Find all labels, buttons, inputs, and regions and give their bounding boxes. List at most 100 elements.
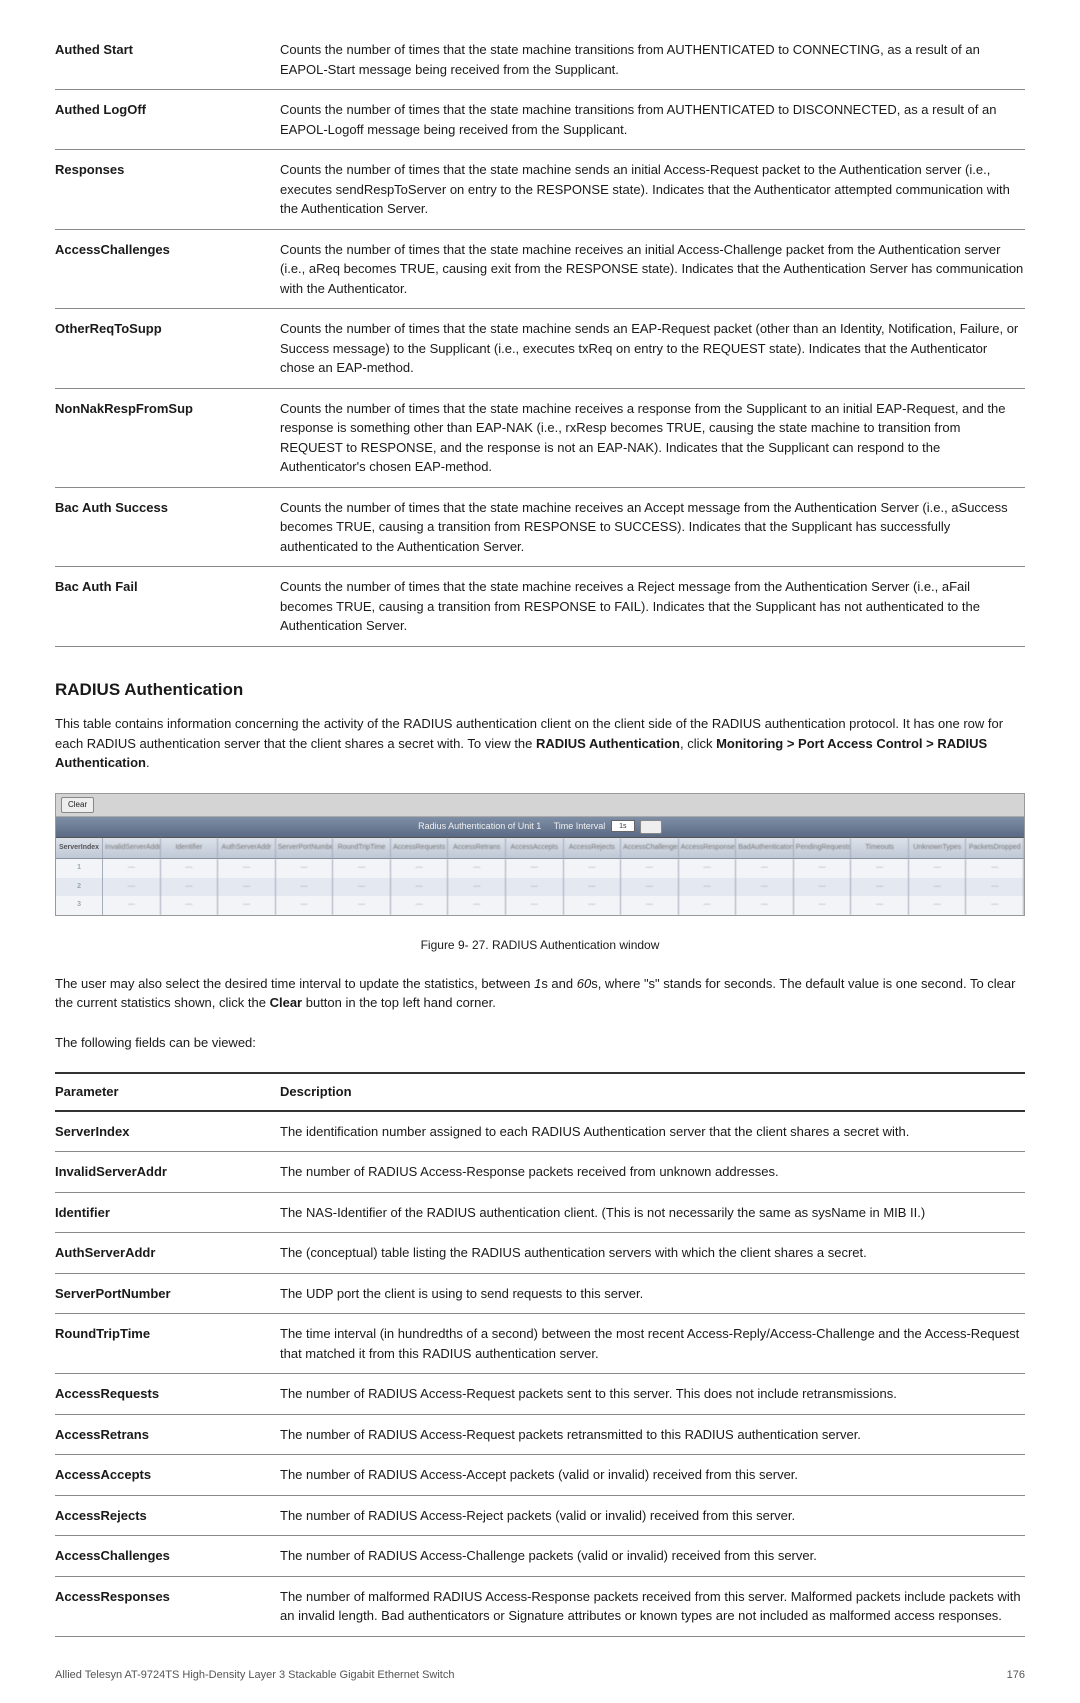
ok-button[interactable]: OK (640, 820, 662, 834)
grid-cell: — (391, 896, 449, 915)
grid-header-cell: UnknownTypes (909, 838, 967, 859)
pf-g: button in the top left hand corner. (302, 995, 496, 1010)
table-row: AccessRetransThe number of RADIUS Access… (55, 1414, 1025, 1455)
grid-cell: — (333, 859, 391, 878)
param-name: Identifier (55, 1192, 280, 1233)
param-table-2-header: Parameter Description (55, 1073, 1025, 1111)
radius-toolbar: Clear (56, 794, 1024, 817)
intro-e: . (146, 755, 150, 770)
param-name: AccessResponses (55, 1576, 280, 1636)
param-name: AccessChallenges (55, 1536, 280, 1577)
grid-header-cell: ServerPortNumber (276, 838, 334, 859)
intro-c: , click (680, 736, 716, 751)
grid-cell: — (391, 878, 449, 897)
table-row: InvalidServerAddrThe number of RADIUS Ac… (55, 1152, 1025, 1193)
grid-cell: — (909, 859, 967, 878)
grid-cell: 1 (56, 859, 103, 878)
table-row: 2———————————————— (56, 878, 1024, 897)
grid-cell: — (794, 859, 852, 878)
clear-button[interactable]: Clear (61, 797, 94, 813)
param-desc: Counts the number of times that the stat… (280, 150, 1025, 230)
radius-grid-body: 1———————————————— 2———————————————— 3———… (56, 859, 1024, 915)
param-name: AccessChallenges (55, 229, 280, 309)
figure-wrapper: Clear Radius Authentication of Unit 1 Ti… (55, 793, 1025, 954)
grid-cell: — (333, 896, 391, 915)
grid-header-cell: AccessRequests (391, 838, 449, 859)
table-row: ServerPortNumberThe UDP port the client … (55, 1273, 1025, 1314)
table-row: NonNakRespFromSupCounts the number of ti… (55, 388, 1025, 487)
grid-cell: 3 (56, 896, 103, 915)
table-row: AccessAcceptsThe number of RADIUS Access… (55, 1455, 1025, 1496)
radius-titlebar: Radius Authentication of Unit 1 Time Int… (56, 817, 1024, 838)
param-desc: The number of RADIUS Access-Request pack… (280, 1414, 1025, 1455)
param-name: Bac Auth Fail (55, 567, 280, 647)
param-name: RoundTripTime (55, 1314, 280, 1374)
radius-title-b: Time Interval (554, 821, 606, 831)
grid-header-cell: PacketsDropped (966, 838, 1024, 859)
table-row: OtherReqToSuppCounts the number of times… (55, 309, 1025, 389)
grid-cell: — (506, 896, 564, 915)
figure-caption: Figure 9- 27. RADIUS Authentication wind… (55, 936, 1025, 954)
grid-cell: — (391, 859, 449, 878)
grid-cell: — (218, 896, 276, 915)
table-row: Authed StartCounts the number of times t… (55, 30, 1025, 90)
table-row: AccessResponsesThe number of malformed R… (55, 1576, 1025, 1636)
table-row: AccessChallengesCounts the number of tim… (55, 229, 1025, 309)
param-desc: The number of RADIUS Access-Response pac… (280, 1152, 1025, 1193)
table-row: AccessChallengesThe number of RADIUS Acc… (55, 1536, 1025, 1577)
param-desc: The number of RADIUS Access-Challenge pa… (280, 1536, 1025, 1577)
grid-cell: — (448, 878, 506, 897)
grid-cell: — (448, 896, 506, 915)
param-desc: The number of RADIUS Access-Reject packe… (280, 1495, 1025, 1536)
pf-c: s and (541, 976, 576, 991)
param-desc: Counts the number of times that the stat… (280, 487, 1025, 567)
param-desc: The UDP port the client is using to send… (280, 1273, 1025, 1314)
grid-cell: — (564, 859, 622, 878)
param-desc: Counts the number of times that the stat… (280, 309, 1025, 389)
param-desc: The number of RADIUS Access-Accept packe… (280, 1455, 1025, 1496)
grid-cell: — (621, 859, 679, 878)
param-header-c2: Description (280, 1073, 1025, 1111)
grid-cell: — (621, 896, 679, 915)
grid-header-cell: AuthServerAddr (218, 838, 276, 859)
post-figure-2: The following fields can be viewed: (55, 1033, 1025, 1053)
param-header-c1: Parameter (55, 1073, 280, 1111)
pf-f: Clear (270, 995, 303, 1010)
param-desc: Counts the number of times that the stat… (280, 567, 1025, 647)
grid-cell: — (276, 859, 334, 878)
param-desc: The time interval (in hundredths of a se… (280, 1314, 1025, 1374)
footer: Allied Telesyn AT-9724TS High-Density La… (55, 1667, 1025, 1684)
param-name: ServerIndex (55, 1111, 280, 1152)
table-row: ResponsesCounts the number of times that… (55, 150, 1025, 230)
grid-header-cell: RoundTripTime (333, 838, 391, 859)
grid-header-cell: AccessResponses (679, 838, 737, 859)
grid-cell: — (161, 859, 219, 878)
param-name: AccessRetrans (55, 1414, 280, 1455)
param-name: AccessAccepts (55, 1455, 280, 1496)
grid-cell: — (448, 859, 506, 878)
param-name: NonNakRespFromSup (55, 388, 280, 487)
param-name: OtherReqToSupp (55, 309, 280, 389)
grid-cell: — (966, 878, 1024, 897)
pf-d: 60 (577, 976, 591, 991)
interval-input[interactable]: 1s (611, 820, 635, 832)
grid-cell: — (621, 878, 679, 897)
param-table-1-body: Authed StartCounts the number of times t… (55, 30, 1025, 646)
param-name: InvalidServerAddr (55, 1152, 280, 1193)
grid-cell: — (736, 896, 794, 915)
grid-cell: — (103, 878, 161, 897)
grid-cell: 2 (56, 878, 103, 897)
grid-header-cell: ServerIndex (56, 838, 103, 859)
grid-cell: — (103, 859, 161, 878)
grid-cell: — (736, 859, 794, 878)
table-row: Authed LogOffCounts the number of times … (55, 90, 1025, 150)
grid-header-cell: PendingRequests (794, 838, 852, 859)
param-name: AccessRejects (55, 1495, 280, 1536)
param-desc: The number of malformed RADIUS Access-Re… (280, 1576, 1025, 1636)
param-desc: Counts the number of times that the stat… (280, 30, 1025, 90)
table-row: 1———————————————— (56, 859, 1024, 878)
param-name: Bac Auth Success (55, 487, 280, 567)
grid-cell: — (851, 896, 909, 915)
grid-cell: — (506, 859, 564, 878)
grid-cell: — (103, 896, 161, 915)
